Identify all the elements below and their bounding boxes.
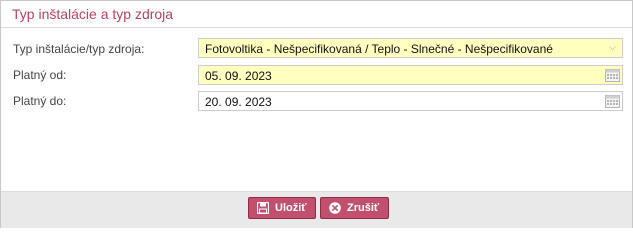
valid-to-value: 20. 09. 2023 [205, 95, 272, 109]
type-label: Typ inštalácie/typ zdroja: [13, 42, 145, 56]
save-button[interactable]: Uložiť [248, 197, 316, 219]
close-circle-icon [329, 202, 341, 214]
dialog-header: Typ inštalácie a typ zdroja [1, 1, 632, 28]
save-button-label: Uložiť [275, 202, 307, 214]
dialog-footer: Uložiť Zrušiť [1, 191, 632, 228]
valid-to-label: Platný do: [13, 94, 67, 108]
chevron-down-icon[interactable]: ⌵ [609, 42, 616, 53]
valid-to-field[interactable]: 20. 09. 2023 [198, 91, 623, 111]
type-select[interactable]: Fotovoltika - Nešpecifikovaná / Teplo - … [198, 38, 623, 58]
cancel-button-label: Zrušiť [347, 202, 380, 214]
dialog-title: Typ inštalácie a typ zdroja [12, 6, 174, 22]
valid-from-label: Platný od: [13, 68, 67, 82]
valid-from-value: 05. 09. 2023 [205, 69, 272, 83]
cancel-button[interactable]: Zrušiť [320, 197, 389, 219]
save-icon [257, 202, 269, 214]
calendar-icon[interactable] [605, 68, 620, 82]
installation-type-dialog: Typ inštalácie a typ zdroja Typ inštalác… [0, 0, 633, 228]
calendar-icon[interactable] [605, 94, 620, 108]
type-select-value: Fotovoltika - Nešpecifikovaná / Teplo - … [205, 42, 553, 56]
valid-from-field[interactable]: 05. 09. 2023 [198, 65, 623, 85]
